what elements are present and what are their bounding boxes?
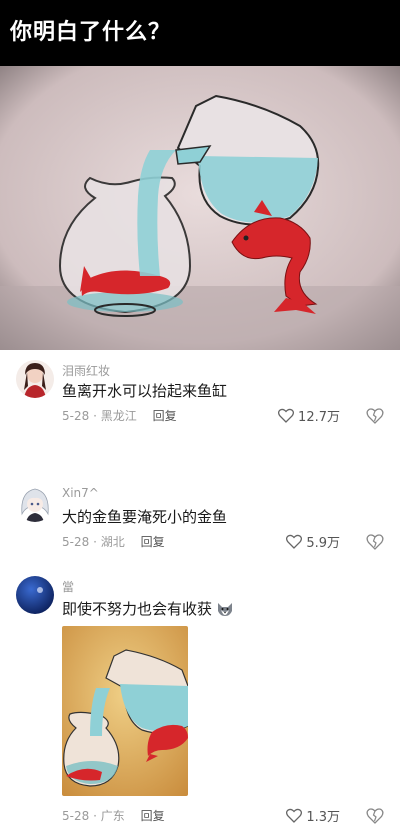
comment-meta: 5-28 · 湖北 回复 [62,533,165,550]
comment-text: 鱼离开水可以抬起来鱼缸 [62,382,228,400]
comment-username[interactable]: 泪雨红妆 [62,362,110,379]
comment-location: 黑龙江 [100,409,137,423]
broken-heart-icon[interactable] [366,533,384,551]
comment-username[interactable]: 當 [62,578,74,595]
broken-heart-icon[interactable] [366,807,384,825]
comment-dot: · [93,809,97,823]
comment-attached-image[interactable] [62,626,188,796]
comment-text: 即使不努力也会有收获 [62,598,234,619]
wolf-face-emoji-icon [218,602,233,616]
comment-text-content: 即使不努力也会有收获 [62,600,213,618]
fish-bowl-illustration [0,66,400,350]
like-button[interactable]: 5.9万 [286,532,340,551]
reply-button[interactable]: 回复 [153,409,177,423]
like-count: 1.3万 [306,810,340,825]
comment-item-1: 泪雨红妆 鱼离开水可以抬起来鱼缸 5-28 · 黑龙江 回复 12.7万 [0,350,400,470]
avatar[interactable] [16,360,54,398]
comment-meta: 5-28 · 黑龙江 回复 [62,407,177,424]
avatar[interactable] [16,576,54,614]
comment-username[interactable]: Xin7^ [62,486,99,500]
like-count: 5.9万 [306,536,340,551]
comment-date: 5-28 [62,535,90,549]
broken-heart-icon[interactable] [366,407,384,425]
reply-button[interactable]: 回复 [141,535,165,549]
page-header: 你明白了什么？ [0,0,400,66]
comment-location: 广东 [100,809,125,823]
comment-dot: · [93,409,97,423]
avatar[interactable] [16,484,54,522]
like-button[interactable]: 1.3万 [286,806,340,825]
hero-illustration[interactable] [0,66,400,350]
comment-meta: 5-28 · 广东 回复 [62,807,165,824]
comment-item-3: 當 即使不努力也会有收获 5-28 · 广东 回复 1.3万 [0,574,400,827]
like-count: 12.7万 [298,410,340,425]
reply-button[interactable]: 回复 [141,809,165,823]
comment-location: 湖北 [100,535,125,549]
comment-text: 大的金鱼要淹死小的金鱼 [62,508,228,526]
comment-dot: · [93,535,97,549]
heart-outline-icon [286,534,303,549]
like-button[interactable]: 12.7万 [278,406,340,425]
page-title: 你明白了什么？ [10,20,172,45]
comment-date: 5-28 [62,409,90,423]
comment-item-2: Xin7^ 大的金鱼要淹死小的金鱼 5-28 · 湖北 回复 5.9万 [0,476,400,576]
heart-outline-icon [278,408,295,423]
heart-outline-icon [286,808,303,823]
comment-date: 5-28 [62,809,90,823]
